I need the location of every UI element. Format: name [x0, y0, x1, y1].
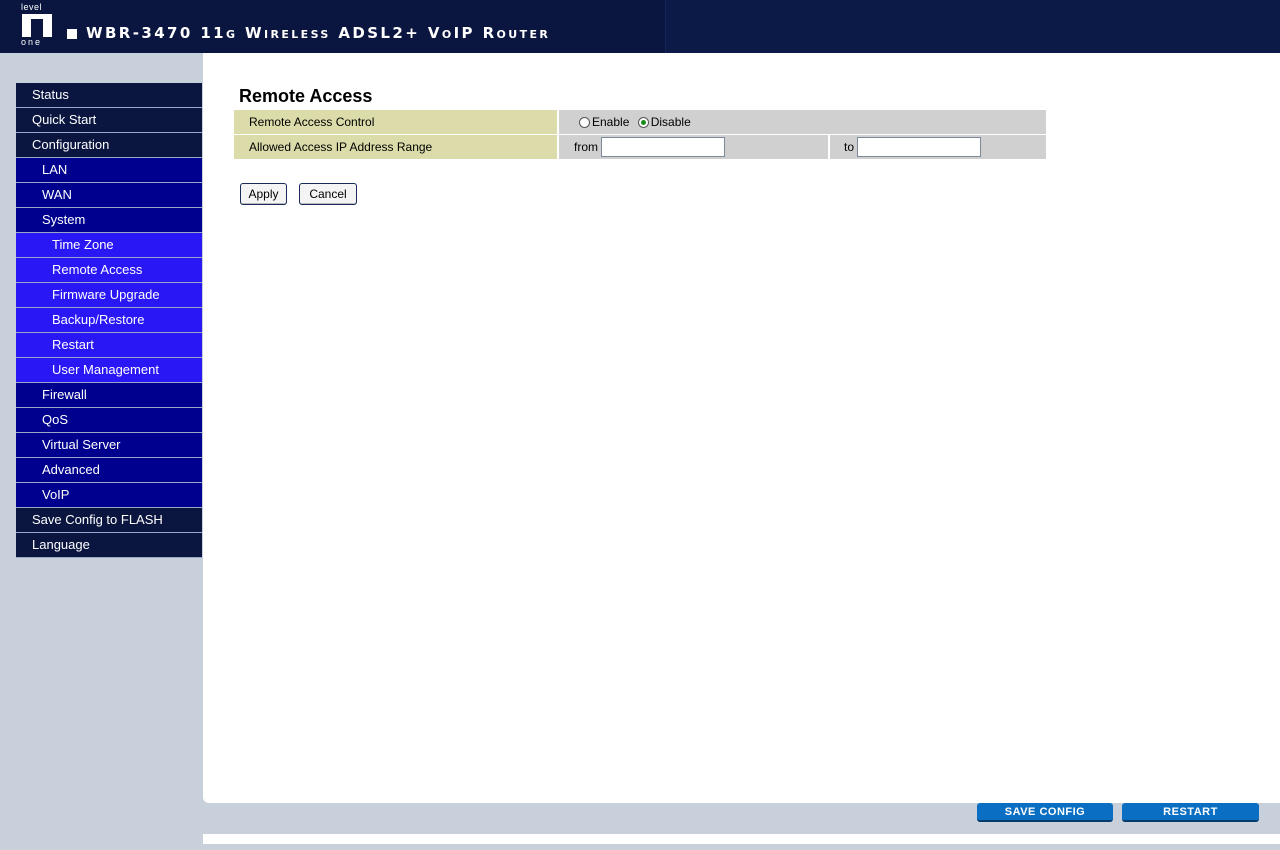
logo-mark-icon	[22, 14, 52, 37]
from-label: from	[574, 140, 598, 154]
save-config-button[interactable]: SAVE CONFIG	[977, 803, 1113, 822]
ip-range-row: Allowed Access IP Address Range from to	[234, 134, 1046, 160]
sidebar-item-configuration[interactable]: Configuration	[16, 133, 202, 158]
sidebar-item-quick-start[interactable]: Quick Start	[16, 108, 202, 133]
sidebar-item-firewall[interactable]: Firewall	[16, 383, 202, 408]
apply-button[interactable]: Apply	[240, 183, 287, 205]
page-title: Remote Access	[239, 86, 373, 106]
sidebar-item-system[interactable]: System	[16, 208, 202, 233]
sidebar-item-wan[interactable]: WAN	[16, 183, 202, 208]
restart-button[interactable]: RESTART	[1122, 803, 1259, 822]
ip-range-from-cell: from	[558, 134, 830, 160]
enable-radio[interactable]	[579, 117, 590, 128]
sidebar-item-time-zone[interactable]: Time Zone	[16, 233, 202, 258]
sidebar-item-voip[interactable]: VoIP	[16, 483, 202, 508]
footer-strip	[203, 834, 1280, 844]
enable-option[interactable]: Enable	[579, 115, 633, 129]
disable-label: Disable	[650, 115, 691, 129]
remote-access-form: Remote Access Control Enable Disable All…	[234, 110, 1046, 160]
logo-text-top: level	[21, 2, 43, 12]
to-label: to	[844, 140, 855, 154]
header-bar: level one WBR-3470 11g Wireless ADSL2+ V…	[0, 0, 1280, 53]
to-ip-input[interactable]	[857, 137, 982, 157]
sidebar-item-restart[interactable]: Restart	[16, 333, 202, 358]
remote-access-control-label: Remote Access Control	[234, 110, 559, 135]
sidebar-item-advanced[interactable]: Advanced	[16, 458, 202, 483]
sidebar-item-backup-restore[interactable]: Backup/Restore	[16, 308, 202, 333]
cancel-button[interactable]: Cancel	[299, 183, 357, 205]
title-bullet-icon	[67, 29, 77, 39]
sidebar-item-remote-access[interactable]: Remote Access	[16, 258, 202, 283]
sidebar-item-status[interactable]: Status	[16, 83, 202, 108]
sidebar-item-user-management[interactable]: User Management	[16, 358, 202, 383]
levelone-logo: level one	[20, 3, 54, 47]
disable-radio[interactable]	[637, 117, 649, 128]
sidebar-item-firmware-upgrade[interactable]: Firmware Upgrade	[16, 283, 202, 308]
sidebar-item-virtual-server[interactable]: Virtual Server	[16, 433, 202, 458]
from-ip-input[interactable]	[601, 137, 726, 157]
remote-access-control-value: Enable Disable	[558, 110, 1046, 135]
sidebar-nav: Status Quick Start Configuration LAN WAN Syst…	[16, 83, 202, 558]
header-band	[665, 0, 1280, 53]
enable-label: Enable	[592, 115, 630, 129]
logo-text-bottom: one	[21, 37, 43, 47]
ip-range-to-cell: to	[829, 134, 1046, 160]
product-title: WBR-3470 11g Wireless ADSL2+ VoIP Router	[86, 24, 551, 42]
sidebar-item-qos[interactable]: QoS	[16, 408, 202, 433]
content-panel	[203, 53, 1280, 803]
sidebar-item-lan[interactable]: LAN	[16, 158, 202, 183]
ip-range-label: Allowed Access IP Address Range	[234, 134, 559, 160]
disable-option[interactable]: Disable	[637, 115, 691, 129]
sidebar-item-language[interactable]: Language	[16, 533, 202, 558]
remote-access-control-row: Remote Access Control Enable Disable	[234, 110, 1046, 135]
sidebar-item-save-config-to-flash[interactable]: Save Config to FLASH	[16, 508, 202, 533]
